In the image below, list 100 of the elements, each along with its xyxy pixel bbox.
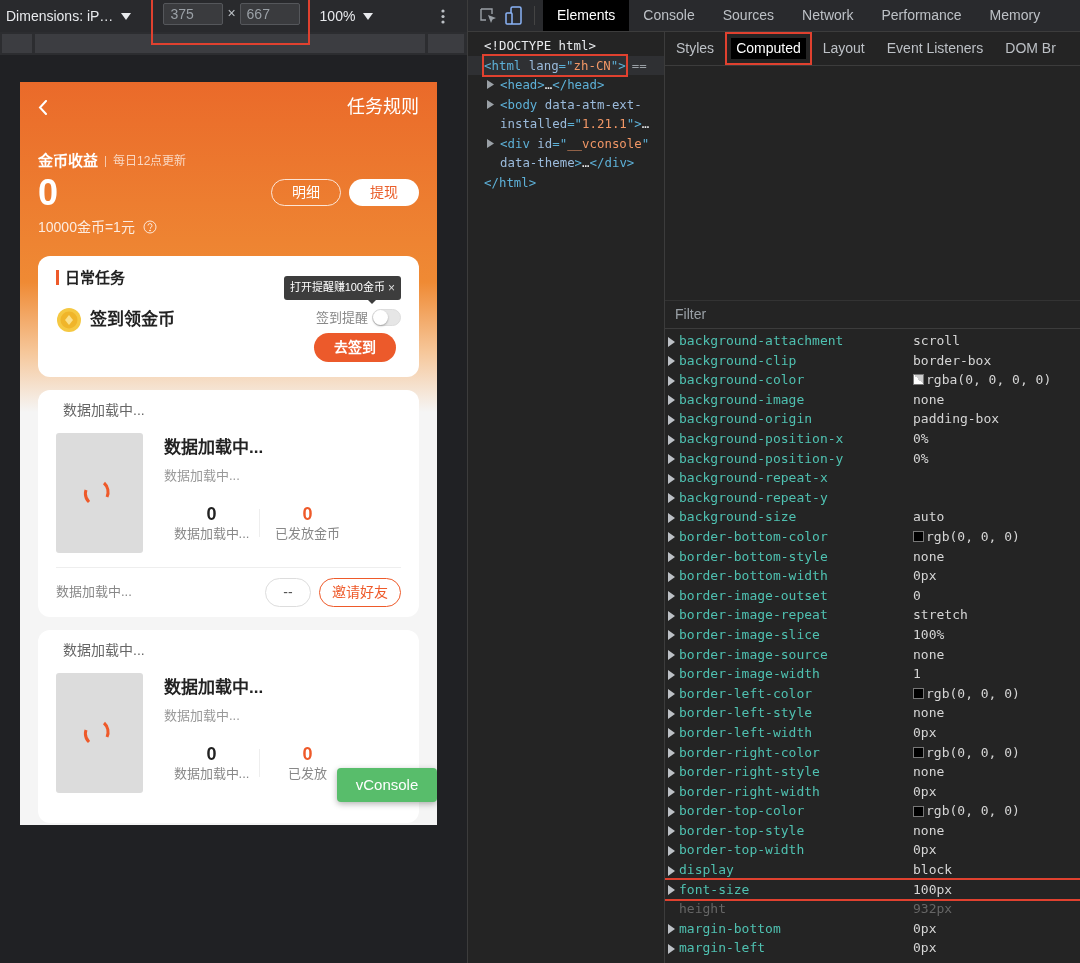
- expand-arrow-icon[interactable]: [668, 473, 675, 484]
- expand-arrow-icon[interactable]: [486, 80, 495, 89]
- device-dropdown[interactable]: Dimensions: iP…: [6, 5, 114, 27]
- property-value: rgb(0, 0, 0): [926, 802, 1020, 821]
- expand-arrow-icon[interactable]: [668, 630, 675, 641]
- property-value: rgb(0, 0, 0): [926, 743, 1020, 762]
- html-node[interactable]: </html>: [484, 172, 537, 192]
- devtools-tab[interactable]: Memory: [975, 0, 1055, 31]
- expand-arrow-icon[interactable]: [668, 806, 675, 817]
- expand-arrow-icon[interactable]: [668, 414, 675, 425]
- expand-arrow-icon[interactable]: [668, 885, 675, 896]
- property-name: border-right-style: [679, 763, 821, 782]
- expand-arrow-icon[interactable]: [668, 865, 675, 876]
- expand-arrow-icon[interactable]: [668, 395, 675, 406]
- property-name: height: [679, 900, 727, 919]
- html-node[interactable]: <div id="__vconsole": [500, 133, 650, 153]
- property-value: scroll: [913, 332, 960, 351]
- expand-arrow-icon[interactable]: [668, 924, 675, 935]
- expand-arrow-icon[interactable]: [668, 591, 675, 602]
- expand-arrow-icon[interactable]: [486, 99, 495, 109]
- card-subtitle: 数据加载中...: [164, 707, 241, 725]
- expand-arrow-icon[interactable]: [668, 748, 675, 758]
- expand-arrow-icon[interactable]: [668, 708, 675, 719]
- expand-arrow-icon[interactable]: [668, 434, 675, 445]
- devtools-tab[interactable]: Elements: [543, 0, 630, 31]
- expand-arrow-icon[interactable]: [668, 669, 675, 680]
- expand-arrow-icon[interactable]: [668, 512, 675, 523]
- invite-button[interactable]: 邀请好友: [319, 577, 401, 607]
- sidebar-tab[interactable]: Layout: [811, 32, 876, 65]
- property-value: 100%: [913, 625, 945, 644]
- sidebar-tab[interactable]: Computed: [725, 32, 812, 65]
- expand-arrow-icon[interactable]: [486, 138, 495, 148]
- close-button[interactable]: ×: [388, 278, 395, 297]
- property-value: rgba(0, 0, 0, 0): [926, 371, 1052, 390]
- back-icon[interactable]: [38, 99, 48, 115]
- devtools-tab[interactable]: Sources: [708, 0, 789, 31]
- color-swatch[interactable]: [913, 531, 924, 543]
- dropdown-icon[interactable]: [121, 12, 132, 20]
- property-value: none: [913, 821, 945, 840]
- property-name: font-size: [679, 880, 751, 899]
- html-node-continuation[interactable]: installed="1.21.1">…: [500, 114, 650, 134]
- devtools-tab[interactable]: Performance: [867, 0, 976, 31]
- expand-arrow-icon[interactable]: [668, 571, 675, 582]
- coin-icon: [56, 306, 82, 333]
- zoom-dropdown[interactable]: 100%: [319, 5, 356, 27]
- expand-arrow-icon[interactable]: [668, 787, 675, 798]
- more-menu-icon[interactable]: [441, 8, 445, 24]
- expand-arrow-icon[interactable]: [668, 532, 675, 543]
- property-name: margin-left: [679, 939, 767, 958]
- html-node[interactable]: <body data-atm-ext-: [500, 94, 642, 114]
- expand-arrow-icon[interactable]: [668, 650, 675, 661]
- width-field[interactable]: 375: [163, 3, 224, 25]
- expand-arrow-icon[interactable]: [668, 689, 675, 700]
- stat-label: 数据加载中...: [173, 764, 250, 783]
- stat-value: 0: [206, 743, 217, 764]
- inspect-icon[interactable]: [480, 7, 497, 24]
- reminder-switch[interactable]: [372, 308, 401, 326]
- devtools-tab[interactable]: Network: [788, 0, 868, 31]
- devtools-tab[interactable]: Console: [629, 0, 709, 31]
- sidebar-tab[interactable]: Event Listeners: [875, 32, 995, 65]
- sidebar-tab[interactable]: DOM Br: [994, 32, 1067, 65]
- html-node-continuation[interactable]: data-theme>…</div>: [500, 153, 635, 173]
- device-toggle-icon[interactable]: [505, 6, 522, 25]
- card-title: 数据加载中...: [164, 676, 265, 699]
- expand-arrow-icon[interactable]: [668, 336, 675, 347]
- expand-arrow-icon[interactable]: [668, 943, 675, 954]
- placeholder-button[interactable]: --: [265, 577, 311, 607]
- html-node[interactable]: <head>…</head>: [500, 75, 605, 95]
- filter-field[interactable]: Filter: [673, 303, 1080, 326]
- expand-arrow-icon[interactable]: [668, 552, 675, 563]
- height-field[interactable]: 667: [239, 3, 300, 25]
- expand-arrow-icon[interactable]: [668, 767, 675, 778]
- color-swatch[interactable]: [913, 805, 924, 817]
- expand-arrow-icon[interactable]: [668, 826, 675, 837]
- property-name: border-image-source: [679, 645, 829, 664]
- expand-arrow-icon[interactable]: [668, 454, 675, 465]
- dropdown-icon[interactable]: [363, 12, 374, 20]
- expand-arrow-icon[interactable]: [668, 728, 675, 739]
- expand-arrow-icon[interactable]: [668, 846, 675, 856]
- stat-label: 已发放: [288, 764, 327, 783]
- expand-arrow-icon[interactable]: [668, 375, 675, 386]
- withdraw-button[interactable]: 提现: [349, 179, 419, 206]
- color-swatch[interactable]: [913, 374, 924, 386]
- color-swatch[interactable]: [913, 746, 924, 758]
- tooltip-text: 打开提醒赚100金币: [289, 280, 385, 296]
- html-node[interactable]: <!DOCTYPE html>: [484, 36, 596, 56]
- expand-arrow-icon[interactable]: [668, 493, 675, 504]
- expand-arrow-icon[interactable]: [668, 610, 675, 621]
- property-name: border-right-width: [679, 782, 821, 801]
- property-name: border-top-style: [679, 821, 806, 840]
- property-value: 932px: [913, 900, 953, 919]
- stat-value: 0: [206, 503, 217, 524]
- expand-arrow-icon[interactable]: [668, 356, 675, 367]
- property-name: border-top-width: [679, 841, 806, 860]
- color-swatch[interactable]: [913, 688, 924, 699]
- stat-label: 数据加载中...: [173, 524, 250, 543]
- html-node[interactable]: <html lang="zh-CN">: [484, 55, 626, 75]
- property-value: none: [913, 763, 945, 782]
- reminder-label: 签到提醒: [316, 308, 368, 327]
- sidebar-tab[interactable]: Styles: [665, 32, 726, 65]
